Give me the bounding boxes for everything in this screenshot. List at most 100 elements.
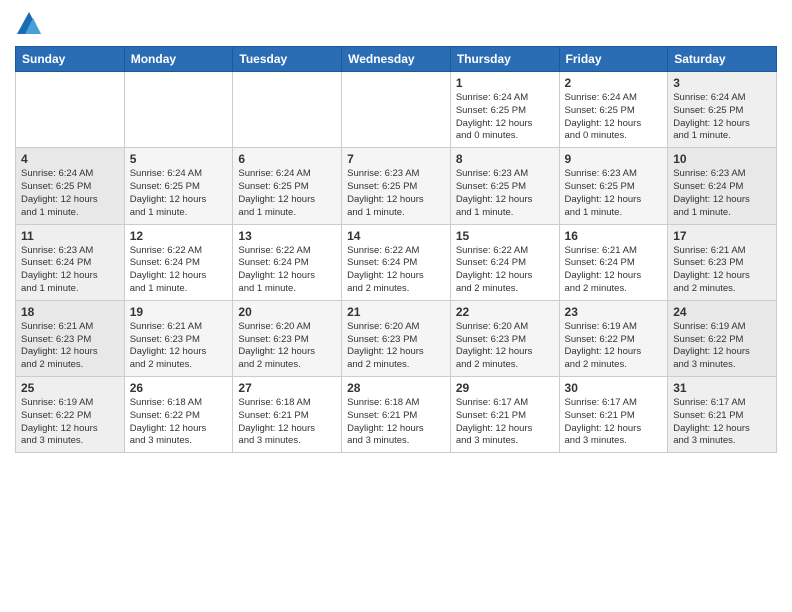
weekday-header: Monday — [124, 47, 233, 72]
calendar-cell: 21 Sunrise: 6:20 AM Sunset: 6:23 PM Dayli… — [342, 300, 451, 376]
day-number: 18 — [21, 305, 119, 319]
day-number: 16 — [565, 229, 663, 243]
calendar-cell: 26 Sunrise: 6:18 AM Sunset: 6:22 PM Dayli… — [124, 377, 233, 453]
day-info: Sunrise: 6:20 AM Sunset: 6:23 PM Dayligh… — [238, 321, 336, 372]
day-info: Sunrise: 6:24 AM Sunset: 6:25 PM Dayligh… — [238, 168, 336, 219]
day-info: Sunrise: 6:23 AM Sunset: 6:25 PM Dayligh… — [565, 168, 663, 219]
day-info: Sunrise: 6:18 AM Sunset: 6:21 PM Dayligh… — [347, 397, 445, 448]
day-number: 6 — [238, 152, 336, 166]
day-info: Sunrise: 6:21 AM Sunset: 6:24 PM Dayligh… — [565, 245, 663, 296]
day-number: 17 — [673, 229, 771, 243]
calendar-cell: 3 Sunrise: 6:24 AM Sunset: 6:25 PM Daylig… — [668, 72, 777, 148]
calendar-cell: 12Sunrise: 6:22 AM Sunset: 6:24 PM Dayli… — [124, 224, 233, 300]
calendar-cell — [342, 72, 451, 148]
logo-icon — [15, 10, 43, 38]
weekday-header: Tuesday — [233, 47, 342, 72]
calendar-cell: 5Sunrise: 6:24 AM Sunset: 6:25 PM Daylig… — [124, 148, 233, 224]
calendar-cell: 19 Sunrise: 6:21 AM Sunset: 6:23 PM Dayli… — [124, 300, 233, 376]
calendar-cell — [233, 72, 342, 148]
calendar-cell: 31 Sunrise: 6:17 AM Sunset: 6:21 PM Dayli… — [668, 377, 777, 453]
day-info: Sunrise: 6:19 AM Sunset: 6:22 PM Dayligh… — [21, 397, 119, 448]
calendar-cell: 11 Sunrise: 6:23 AM Sunset: 6:24 PM Dayli… — [16, 224, 125, 300]
header — [15, 10, 777, 38]
day-info: Sunrise: 6:24 AM Sunset: 6:25 PM Dayligh… — [456, 92, 554, 143]
day-info: Sunrise: 6:18 AM Sunset: 6:22 PM Dayligh… — [130, 397, 228, 448]
day-info: Sunrise: 6:18 AM Sunset: 6:21 PM Dayligh… — [238, 397, 336, 448]
day-info: Sunrise: 6:24 AM Sunset: 6:25 PM Dayligh… — [565, 92, 663, 143]
calendar-week-row: 4Sunrise: 6:24 AM Sunset: 6:25 PM Daylig… — [16, 148, 777, 224]
day-number: 31 — [673, 381, 771, 395]
calendar-cell: 22 Sunrise: 6:20 AM Sunset: 6:23 PM Dayli… — [450, 300, 559, 376]
calendar-cell: 30 Sunrise: 6:17 AM Sunset: 6:21 PM Dayli… — [559, 377, 668, 453]
day-info: Sunrise: 6:24 AM Sunset: 6:25 PM Dayligh… — [21, 168, 119, 219]
day-number: 2 — [565, 76, 663, 90]
weekday-header: Thursday — [450, 47, 559, 72]
page: SundayMondayTuesdayWednesdayThursdayFrid… — [0, 0, 792, 612]
day-info: Sunrise: 6:22 AM Sunset: 6:24 PM Dayligh… — [456, 245, 554, 296]
calendar-cell: 18 Sunrise: 6:21 AM Sunset: 6:23 PM Dayli… — [16, 300, 125, 376]
day-info: Sunrise: 6:20 AM Sunset: 6:23 PM Dayligh… — [347, 321, 445, 372]
calendar-cell — [16, 72, 125, 148]
day-number: 26 — [130, 381, 228, 395]
calendar-cell: 25Sunrise: 6:19 AM Sunset: 6:22 PM Dayli… — [16, 377, 125, 453]
day-number: 20 — [238, 305, 336, 319]
weekday-header-row: SundayMondayTuesdayWednesdayThursdayFrid… — [16, 47, 777, 72]
calendar-cell: 13Sunrise: 6:22 AM Sunset: 6:24 PM Dayli… — [233, 224, 342, 300]
calendar-cell: 20 Sunrise: 6:20 AM Sunset: 6:23 PM Dayli… — [233, 300, 342, 376]
day-info: Sunrise: 6:19 AM Sunset: 6:22 PM Dayligh… — [565, 321, 663, 372]
calendar-cell: 8 Sunrise: 6:23 AM Sunset: 6:25 PM Daylig… — [450, 148, 559, 224]
day-number: 8 — [456, 152, 554, 166]
day-info: Sunrise: 6:17 AM Sunset: 6:21 PM Dayligh… — [565, 397, 663, 448]
day-info: Sunrise: 6:21 AM Sunset: 6:23 PM Dayligh… — [673, 245, 771, 296]
day-info: Sunrise: 6:17 AM Sunset: 6:21 PM Dayligh… — [673, 397, 771, 448]
day-info: Sunrise: 6:17 AM Sunset: 6:21 PM Dayligh… — [456, 397, 554, 448]
day-number: 11 — [21, 229, 119, 243]
day-number: 21 — [347, 305, 445, 319]
calendar-cell: 15 Sunrise: 6:22 AM Sunset: 6:24 PM Dayli… — [450, 224, 559, 300]
calendar-cell: 24Sunrise: 6:19 AM Sunset: 6:22 PM Dayli… — [668, 300, 777, 376]
day-number: 1 — [456, 76, 554, 90]
day-info: Sunrise: 6:19 AM Sunset: 6:22 PM Dayligh… — [673, 321, 771, 372]
calendar-cell: 29 Sunrise: 6:17 AM Sunset: 6:21 PM Dayli… — [450, 377, 559, 453]
day-info: Sunrise: 6:24 AM Sunset: 6:25 PM Dayligh… — [673, 92, 771, 143]
calendar-cell: 14 Sunrise: 6:22 AM Sunset: 6:24 PM Dayli… — [342, 224, 451, 300]
day-number: 7 — [347, 152, 445, 166]
day-number: 3 — [673, 76, 771, 90]
day-info: Sunrise: 6:23 AM Sunset: 6:24 PM Dayligh… — [673, 168, 771, 219]
day-number: 13 — [238, 229, 336, 243]
day-number: 30 — [565, 381, 663, 395]
calendar-cell: 23 Sunrise: 6:19 AM Sunset: 6:22 PM Dayli… — [559, 300, 668, 376]
day-number: 22 — [456, 305, 554, 319]
calendar-week-row: 11 Sunrise: 6:23 AM Sunset: 6:24 PM Dayli… — [16, 224, 777, 300]
calendar-cell: 1 Sunrise: 6:24 AM Sunset: 6:25 PM Daylig… — [450, 72, 559, 148]
day-info: Sunrise: 6:20 AM Sunset: 6:23 PM Dayligh… — [456, 321, 554, 372]
day-info: Sunrise: 6:23 AM Sunset: 6:25 PM Dayligh… — [347, 168, 445, 219]
weekday-header: Saturday — [668, 47, 777, 72]
day-number: 29 — [456, 381, 554, 395]
day-number: 19 — [130, 305, 228, 319]
calendar-cell: 7 Sunrise: 6:23 AM Sunset: 6:25 PM Daylig… — [342, 148, 451, 224]
calendar-cell: 2 Sunrise: 6:24 AM Sunset: 6:25 PM Daylig… — [559, 72, 668, 148]
day-info: Sunrise: 6:21 AM Sunset: 6:23 PM Dayligh… — [21, 321, 119, 372]
calendar-cell: 4Sunrise: 6:24 AM Sunset: 6:25 PM Daylig… — [16, 148, 125, 224]
day-number: 10 — [673, 152, 771, 166]
calendar-week-row: 18 Sunrise: 6:21 AM Sunset: 6:23 PM Dayli… — [16, 300, 777, 376]
calendar-week-row: 25Sunrise: 6:19 AM Sunset: 6:22 PM Dayli… — [16, 377, 777, 453]
logo — [15, 10, 47, 38]
day-number: 28 — [347, 381, 445, 395]
day-number: 9 — [565, 152, 663, 166]
day-number: 12 — [130, 229, 228, 243]
day-info: Sunrise: 6:23 AM Sunset: 6:24 PM Dayligh… — [21, 245, 119, 296]
day-info: Sunrise: 6:21 AM Sunset: 6:23 PM Dayligh… — [130, 321, 228, 372]
calendar-cell — [124, 72, 233, 148]
calendar-cell: 10 Sunrise: 6:23 AM Sunset: 6:24 PM Dayli… — [668, 148, 777, 224]
weekday-header: Sunday — [16, 47, 125, 72]
day-number: 23 — [565, 305, 663, 319]
day-number: 5 — [130, 152, 228, 166]
day-info: Sunrise: 6:22 AM Sunset: 6:24 PM Dayligh… — [347, 245, 445, 296]
day-info: Sunrise: 6:23 AM Sunset: 6:25 PM Dayligh… — [456, 168, 554, 219]
calendar-cell: 28 Sunrise: 6:18 AM Sunset: 6:21 PM Dayli… — [342, 377, 451, 453]
day-number: 14 — [347, 229, 445, 243]
day-number: 15 — [456, 229, 554, 243]
calendar-cell: 17 Sunrise: 6:21 AM Sunset: 6:23 PM Dayli… — [668, 224, 777, 300]
